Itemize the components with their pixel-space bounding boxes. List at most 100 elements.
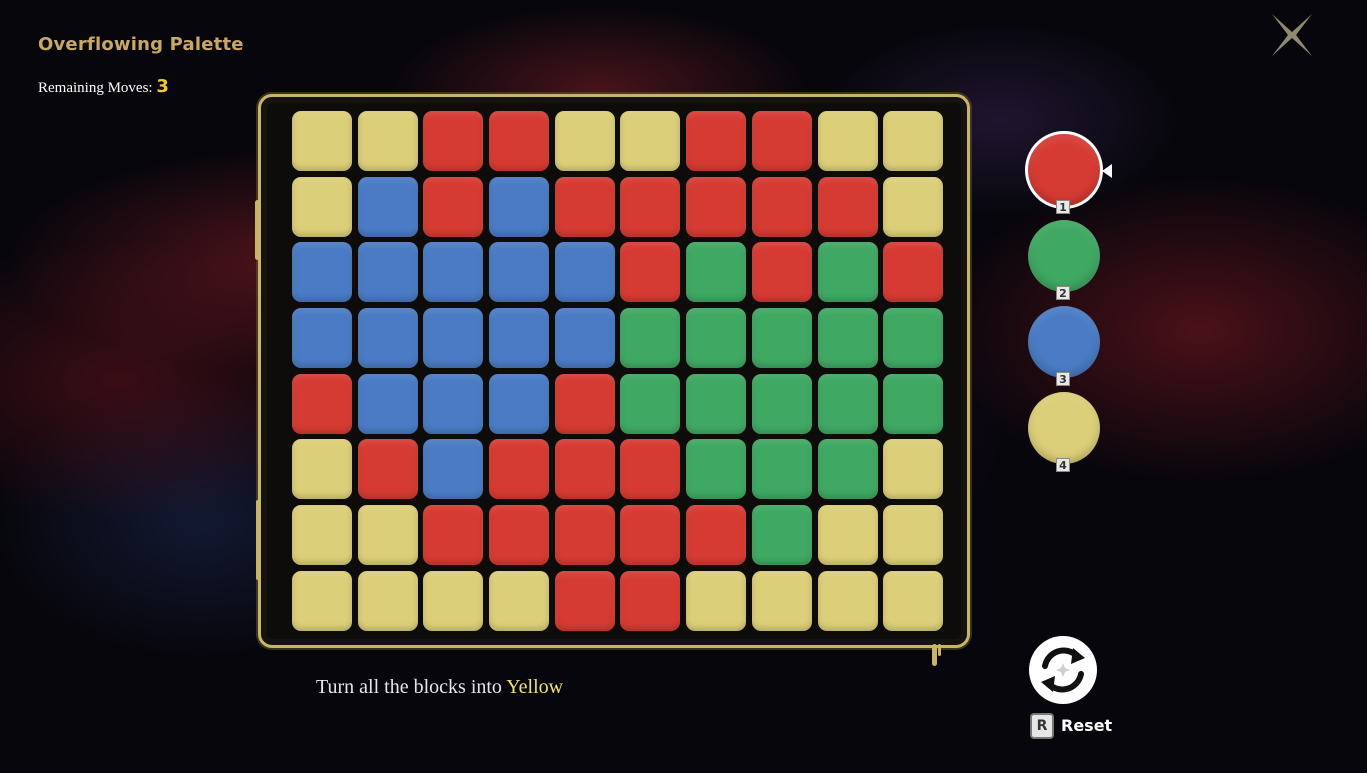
- grid-cell[interactable]: [357, 373, 418, 434]
- grid-cell[interactable]: [620, 570, 681, 631]
- grid-cell[interactable]: [751, 505, 812, 566]
- grid-cell[interactable]: [357, 439, 418, 500]
- frame-drip: [932, 644, 937, 666]
- grid-cell[interactable]: [620, 373, 681, 434]
- grid-cell[interactable]: [686, 111, 747, 171]
- moves-label: Remaining Moves:: [38, 80, 153, 96]
- grid-cell[interactable]: [686, 505, 747, 566]
- grid-cell[interactable]: [686, 439, 747, 500]
- grid-cell[interactable]: [817, 570, 878, 631]
- grid-cell[interactable]: [751, 373, 812, 434]
- palette-key-hint: 4: [1056, 458, 1070, 472]
- grid-cell[interactable]: [489, 176, 550, 237]
- grid-cell[interactable]: [357, 570, 418, 631]
- grid-cell[interactable]: [620, 308, 681, 369]
- grid-cell[interactable]: [883, 242, 944, 303]
- grid-cell[interactable]: [883, 308, 944, 369]
- palette-color-4[interactable]: 4: [1028, 392, 1100, 472]
- grid-cell[interactable]: [489, 570, 550, 631]
- grid-cell[interactable]: [489, 439, 550, 500]
- grid-cell[interactable]: [489, 308, 550, 369]
- grid-cell[interactable]: [751, 176, 812, 237]
- grid-cell[interactable]: [686, 242, 747, 303]
- selected-pointer-icon: [1102, 164, 1112, 178]
- grid-cell[interactable]: [751, 242, 812, 303]
- grid-cell[interactable]: [883, 373, 944, 434]
- grid-cell[interactable]: [357, 176, 418, 237]
- grid-cell[interactable]: [489, 373, 550, 434]
- palette-swatch: [1028, 392, 1100, 464]
- reset-button[interactable]: [1029, 636, 1097, 704]
- grid-cell[interactable]: [292, 439, 352, 500]
- grid-cell[interactable]: [554, 505, 615, 566]
- grid-cell[interactable]: [620, 505, 681, 566]
- palette-color-2[interactable]: 2: [1028, 220, 1100, 300]
- grid-cell[interactable]: [554, 242, 615, 303]
- palette-swatch: [1028, 220, 1100, 292]
- grid-cell[interactable]: [751, 570, 812, 631]
- grid-cell[interactable]: [883, 111, 944, 171]
- grid-cell[interactable]: [292, 111, 352, 171]
- game-board-grid: [292, 111, 947, 635]
- grid-cell[interactable]: [357, 505, 418, 566]
- grid-cell[interactable]: [554, 373, 615, 434]
- grid-cell[interactable]: [292, 570, 352, 631]
- grid-cell[interactable]: [883, 505, 944, 566]
- grid-cell[interactable]: [423, 505, 484, 566]
- grid-cell[interactable]: [292, 176, 352, 237]
- grid-cell[interactable]: [357, 111, 418, 171]
- grid-cell[interactable]: [751, 439, 812, 500]
- grid-cell[interactable]: [489, 505, 550, 566]
- grid-cell[interactable]: [423, 242, 484, 303]
- grid-cell[interactable]: [554, 176, 615, 237]
- grid-cell[interactable]: [620, 439, 681, 500]
- grid-cell[interactable]: [620, 176, 681, 237]
- grid-cell[interactable]: [423, 439, 484, 500]
- grid-cell[interactable]: [292, 373, 352, 434]
- grid-cell[interactable]: [883, 570, 944, 631]
- goal-prefix: Turn all the blocks into: [316, 676, 507, 698]
- grid-cell[interactable]: [357, 308, 418, 369]
- frame-drip: [255, 200, 260, 260]
- grid-cell[interactable]: [751, 308, 812, 369]
- grid-cell[interactable]: [489, 111, 550, 171]
- grid-cell[interactable]: [554, 308, 615, 369]
- grid-cell[interactable]: [817, 111, 878, 171]
- grid-cell[interactable]: [817, 176, 878, 237]
- grid-cell[interactable]: [751, 111, 812, 171]
- grid-cell[interactable]: [292, 242, 352, 303]
- close-button[interactable]: [1268, 12, 1316, 58]
- grid-cell[interactable]: [423, 570, 484, 631]
- frame-drip: [256, 500, 260, 580]
- grid-cell[interactable]: [357, 242, 418, 303]
- palette-color-1[interactable]: 1: [1025, 131, 1103, 214]
- grid-cell[interactable]: [292, 308, 352, 369]
- grid-cell[interactable]: [423, 308, 484, 369]
- grid-cell[interactable]: [620, 242, 681, 303]
- grid-cell[interactable]: [883, 176, 944, 237]
- grid-cell[interactable]: [817, 439, 878, 500]
- grid-cell[interactable]: [554, 439, 615, 500]
- grid-cell[interactable]: [686, 176, 747, 237]
- grid-cell[interactable]: [423, 373, 484, 434]
- palette-color-3[interactable]: 3: [1028, 306, 1100, 386]
- refresh-cycle-icon: [1041, 647, 1085, 693]
- grid-cell[interactable]: [686, 373, 747, 434]
- grid-cell[interactable]: [620, 111, 681, 171]
- grid-cell[interactable]: [817, 373, 878, 434]
- grid-cell[interactable]: [883, 439, 944, 500]
- grid-cell[interactable]: [817, 308, 878, 369]
- grid-cell[interactable]: [292, 505, 352, 566]
- grid-cell[interactable]: [423, 176, 484, 237]
- grid-cell[interactable]: [554, 570, 615, 631]
- grid-cell[interactable]: [686, 570, 747, 631]
- grid-cell[interactable]: [423, 111, 484, 171]
- reset-key-hint: R: [1030, 713, 1054, 739]
- grid-cell[interactable]: [817, 505, 878, 566]
- reset-label[interactable]: Reset: [1061, 716, 1112, 735]
- grid-cell[interactable]: [554, 111, 615, 171]
- grid-cell[interactable]: [489, 242, 550, 303]
- grid-cell[interactable]: [686, 308, 747, 369]
- grid-cell[interactable]: [817, 242, 878, 303]
- goal-target-color: Yellow: [506, 676, 564, 698]
